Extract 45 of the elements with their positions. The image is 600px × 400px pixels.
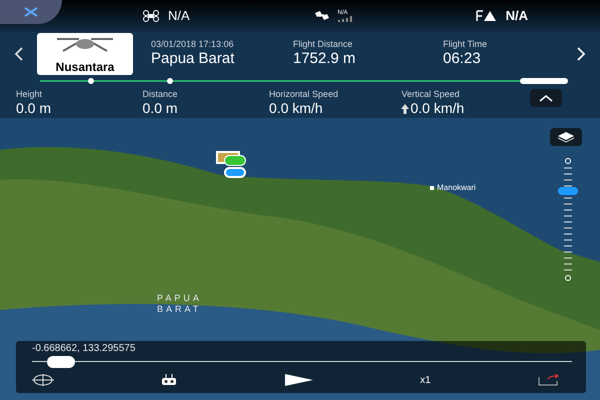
telemetry-value: 0.0 km/h <box>269 100 323 118</box>
drone-name: Nusantara <box>56 61 114 75</box>
telemetry-value: 0.0 m <box>142 100 178 118</box>
collapse-button[interactable] <box>530 89 562 107</box>
play-icon[interactable] <box>284 374 313 386</box>
playback-slider[interactable] <box>32 356 572 368</box>
close-icon <box>24 7 38 17</box>
drone-icon <box>142 10 160 22</box>
previous-icon[interactable] <box>14 47 23 61</box>
telemetry-value: 0.0 km/h <box>410 100 464 118</box>
flight-location: Papua Barat <box>151 50 236 69</box>
flight-distance: 1752.9 m <box>293 50 357 69</box>
drone-thumbnail[interactable]: Nusantara <box>37 33 133 75</box>
map-layers-button[interactable] <box>550 128 582 146</box>
flight-time-label: Flight Time <box>443 39 488 50</box>
region-label: PAPUA <box>157 293 202 304</box>
telemetry-value: 0.0 m <box>16 100 52 118</box>
next-icon[interactable] <box>577 47 586 61</box>
close-button[interactable] <box>0 0 62 24</box>
chevron-up-icon <box>539 94 553 102</box>
share-icon[interactable] <box>538 374 560 386</box>
crosshair-icon[interactable] <box>32 374 54 386</box>
telemetry-label: Height <box>16 89 44 100</box>
telemetry-label: Horizontal Speed <box>269 89 340 100</box>
up-arrow-icon <box>401 104 410 114</box>
coordinates: -0.668662, 133.295575 <box>32 343 136 356</box>
flight-date: 03/01/2018 17:13:06 <box>151 39 235 50</box>
city-label: Manokwari <box>437 182 476 194</box>
remote-controller-icon[interactable] <box>161 374 178 386</box>
link-status: N/A <box>506 7 528 26</box>
aircraft-location-marker <box>224 167 246 178</box>
aircraft-status: N/A <box>168 7 190 26</box>
satellite-icon <box>314 10 330 22</box>
telemetry-label: Vertical Speed <box>401 89 461 100</box>
zoom-slider-thumb[interactable] <box>558 187 578 195</box>
playback-speed[interactable]: x1 <box>420 372 431 388</box>
flight-time: 06:23 <box>443 50 482 69</box>
region-label: BARAT <box>157 304 202 316</box>
flight-distance-label: Flight Distance <box>293 39 354 50</box>
zoom-slider[interactable] <box>558 158 578 282</box>
layers-icon <box>557 131 575 143</box>
home-marker[interactable] <box>224 155 246 166</box>
signal-bars-icon <box>338 16 352 22</box>
signal-icon <box>476 10 498 22</box>
telemetry-label: Distance <box>142 89 179 100</box>
